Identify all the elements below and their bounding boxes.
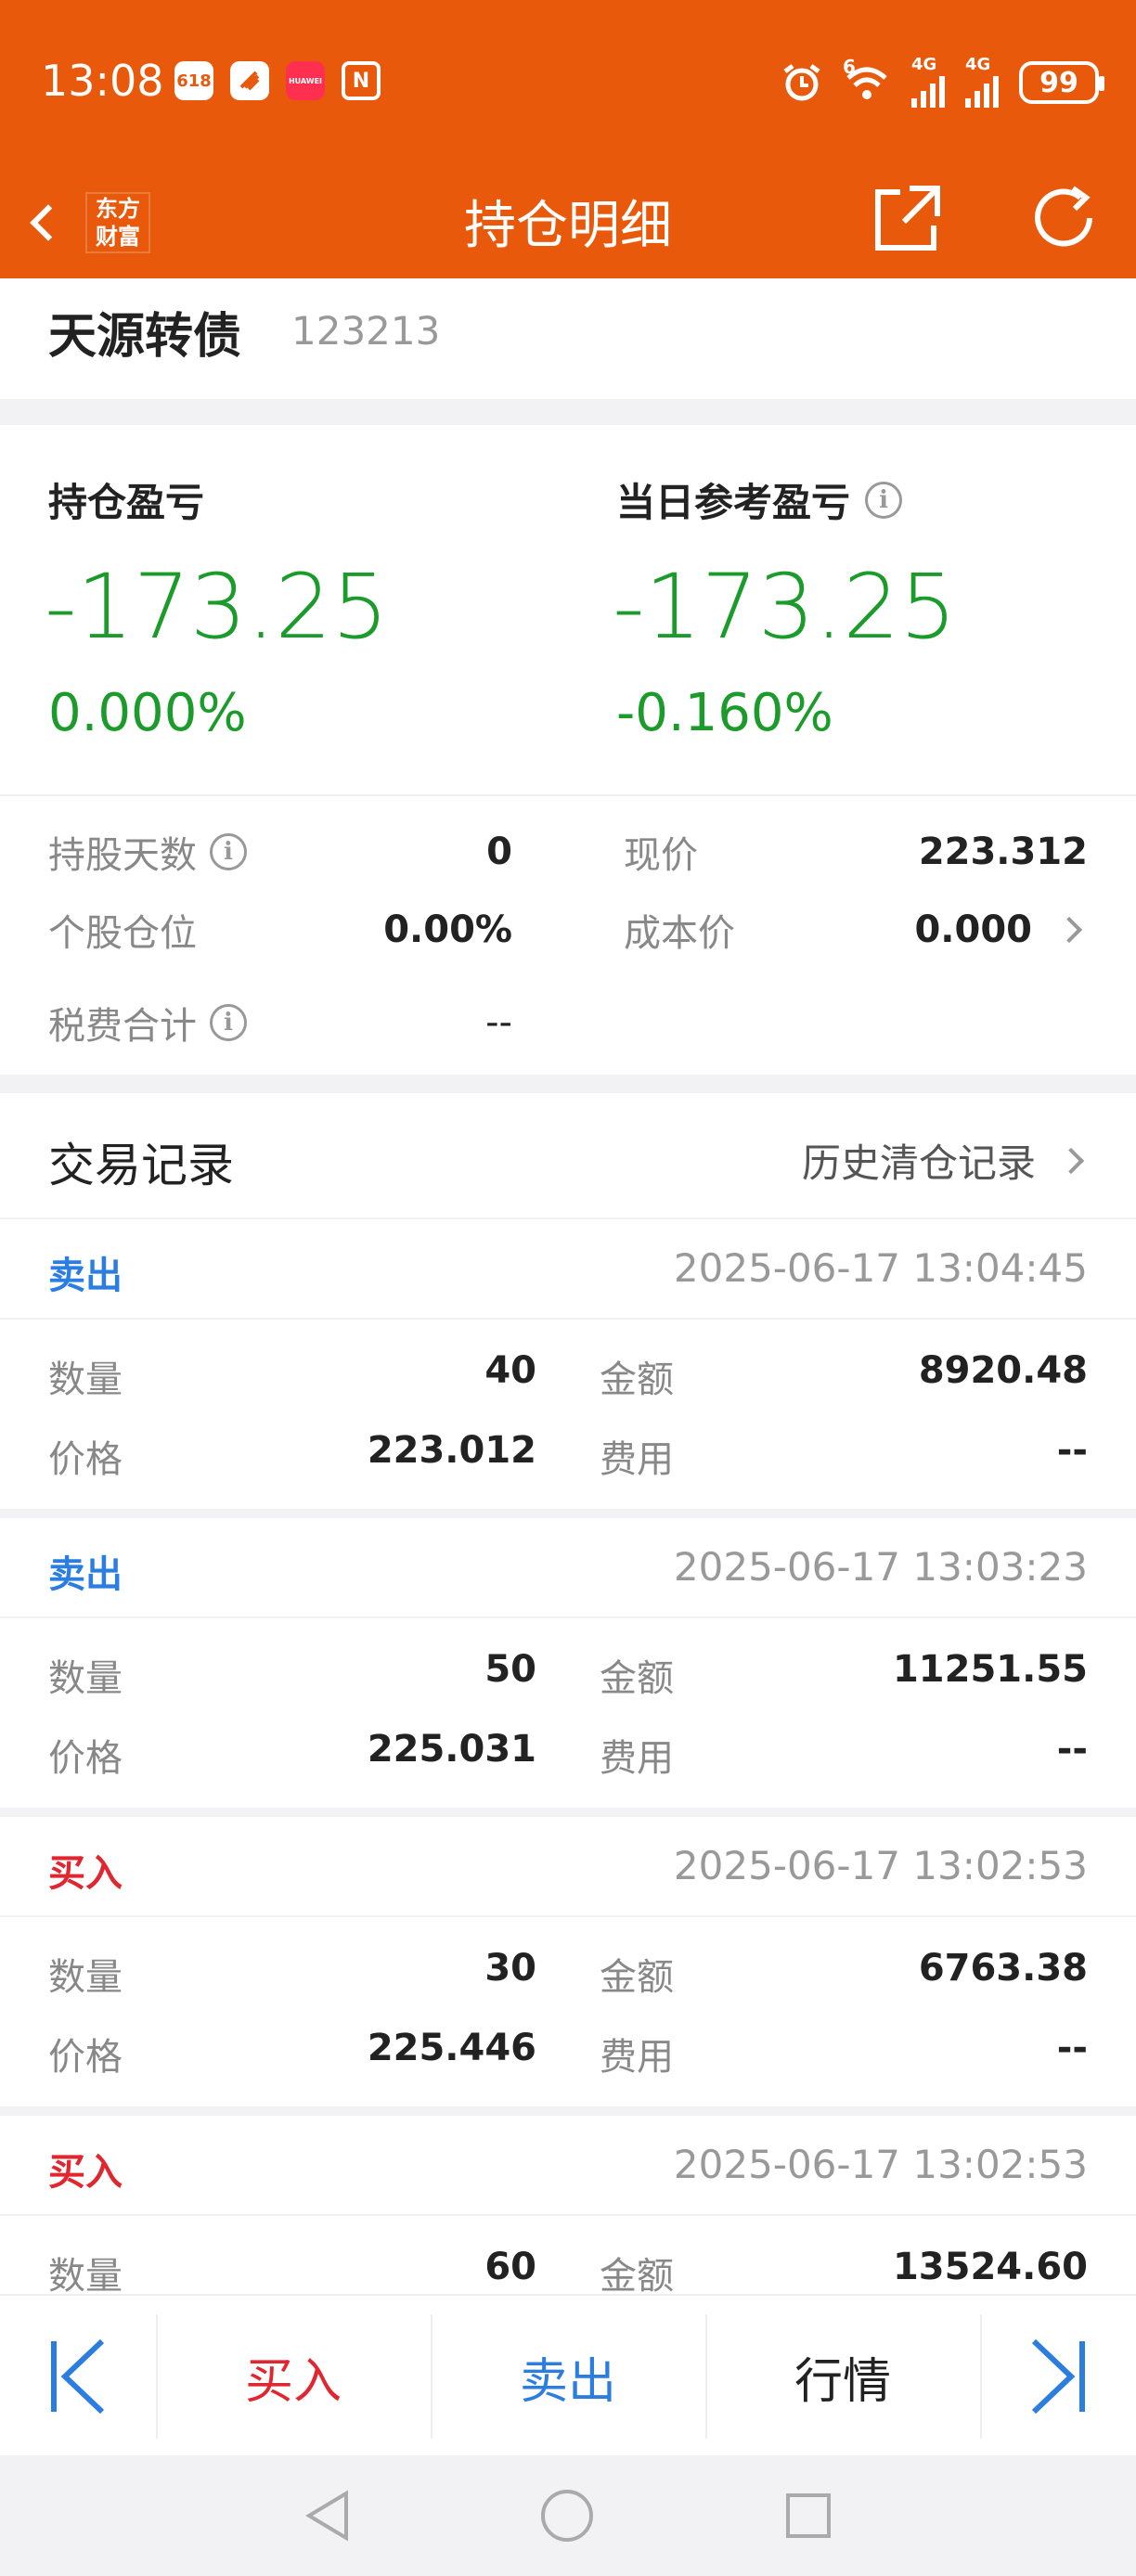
trade-time: 2025-06-17 13:02:53 [673,1843,1088,1888]
trade-qty: 40 [484,1349,536,1392]
system-back-button[interactable] [295,2483,360,2548]
chevron-right-icon [1055,916,1083,944]
signal-2-icon: 4G [965,57,999,108]
trade-qty: 60 [484,2246,536,2288]
position-ratio-value: 0.00% [383,908,512,951]
history-clear-link[interactable]: 历史清仓记录 [802,1132,1085,1189]
system-nav-bar [0,2455,1136,2576]
trade-qty: 30 [484,1947,536,1990]
battery-icon: 99 [1019,61,1104,104]
trade-fee: -- [1056,2027,1088,2069]
info-icon[interactable]: i [865,481,903,519]
trade-time: 2025-06-17 13:03:23 [673,1544,1088,1590]
share-icon [875,186,940,251]
circle-home-icon [541,2490,593,2542]
position-ratio-row: 个股仓位 0.00% [48,908,512,955]
position-pnl-pct: 0.000% [48,683,247,743]
daily-pnl-label: 当日参考盈亏 i [616,471,903,528]
buy-button[interactable]: 买入 [156,2296,431,2457]
trade-time: 2025-06-17 13:02:53 [673,2142,1088,2187]
app-header: 13:08 618 HUAWEI N 6 4G 4G 99 东方 财富 持仓明细 [0,0,1136,278]
page-title: 持仓明细 [464,196,672,256]
nfc-icon: N [342,61,381,100]
hold-days-row: 持股天数 i 0 [48,831,512,877]
skip-last-icon [1031,2338,1085,2415]
position-pnl-label: 持仓盈亏 [48,480,205,525]
trade-amount: 11251.55 [892,1648,1088,1691]
trade-record[interactable]: 买入 2025-06-17 13:02:53 数量 30 金额 6763.38 … [0,1817,1136,2106]
trade-fee: -- [1056,1429,1088,1472]
tax-row: 税费合计 i -- [48,1001,512,1048]
daily-pnl-pct: -0.160% [616,683,833,743]
status-bar: 13:08 618 HUAWEI N 6 4G 4G 99 [0,0,1136,167]
trade-type: 买入 [48,1852,123,1895]
wifi-icon: 6 [843,56,891,102]
square-recents-icon [786,2493,831,2538]
trade-price: 223.012 [367,1429,536,1472]
trade-time: 2025-06-17 13:04:45 [673,1245,1088,1291]
stock-name: 天源转债 [48,309,242,365]
app-notification-icon [230,61,269,100]
trade-price: 225.446 [367,2027,536,2069]
cost-price-row[interactable]: 成本价 0.000 [624,902,1088,958]
trade-price: 225.031 [367,1728,536,1771]
alarm-icon [783,64,820,101]
skip-first-icon [51,2338,105,2415]
chevron-right-icon [1057,1147,1085,1174]
cost-price-value: 0.000 [914,908,1032,951]
notification-icons: 618 HUAWEI N [174,61,381,100]
status-right-icons: 6 4G 4G 99 [781,56,1104,108]
trade-qty: 50 [484,1648,536,1691]
last-page-button[interactable] [980,2296,1136,2457]
trade-type: 卖出 [48,1255,123,1297]
trade-type: 买入 [48,2151,123,2194]
share-button[interactable] [867,167,949,269]
current-price-value: 223.312 [918,831,1088,873]
trade-records-title: 交易记录 [48,1139,234,1192]
trade-amount: 8920.48 [918,1349,1088,1392]
huawei-store-icon: HUAWEI [286,61,325,100]
daily-pnl-value: -173.25 [613,555,957,659]
refresh-icon [1035,186,1092,247]
quote-button[interactable]: 行情 [705,2296,980,2457]
status-time: 13:08 [41,56,164,106]
stock-header: 天源转债 123213 [0,278,1136,399]
refresh-button[interactable] [1025,167,1106,269]
trade-record[interactable]: 卖出 2025-06-17 13:04:45 数量 40 金额 8920.48 … [0,1219,1136,1509]
triangle-back-icon [305,2490,348,2542]
trade-amount: 6763.38 [918,1947,1088,1990]
trade-records-header: 交易记录 历史清仓记录 [0,1093,1136,1217]
hold-days-value: 0 [486,831,512,873]
trade-type: 卖出 [48,1553,123,1596]
trade-record[interactable]: 卖出 2025-06-17 13:03:23 数量 50 金额 11251.55… [0,1518,1136,1808]
tax-value: -- [485,1001,512,1044]
promo-618-icon: 618 [174,61,213,100]
trade-record[interactable]: 买入 2025-06-17 13:02:53 数量 60 金额 13524.60 [0,2116,1136,2294]
info-icon[interactable]: i [210,1004,247,1041]
trade-amount: 13524.60 [892,2246,1088,2288]
nav-bar: 东方 财富 持仓明细 [0,167,1136,278]
pnl-summary-card: 持仓盈亏 当日参考盈亏 i -173.25 -173.25 0.000% -0.… [0,425,1136,1075]
info-icon[interactable]: i [210,833,247,870]
first-page-button[interactable] [0,2296,156,2457]
bottom-toolbar: 买入 卖出 行情 [0,2294,1136,2455]
sell-button[interactable]: 卖出 [431,2296,705,2457]
current-price-row: 现价 223.312 [624,831,1088,877]
system-home-button[interactable] [535,2483,600,2548]
trade-fee: -- [1056,1728,1088,1771]
system-recents-button[interactable] [776,2483,841,2548]
divider [0,794,1136,796]
signal-1-icon: 4G [911,57,945,108]
stock-code: 123213 [291,308,441,354]
position-pnl-value: -173.25 [45,555,389,659]
